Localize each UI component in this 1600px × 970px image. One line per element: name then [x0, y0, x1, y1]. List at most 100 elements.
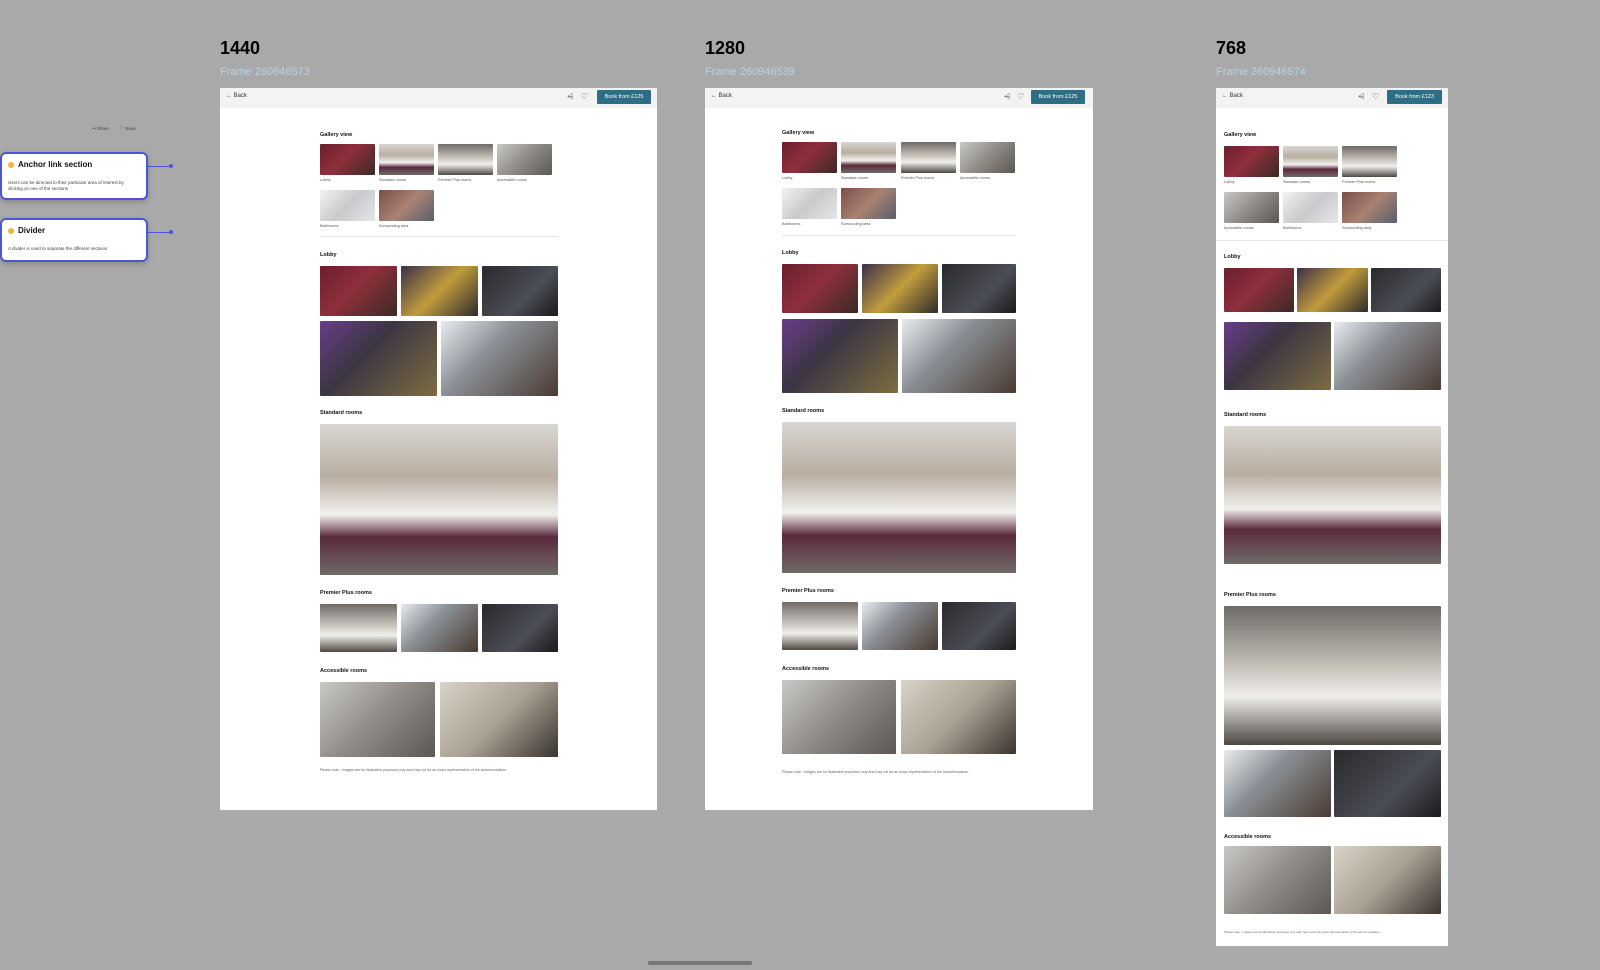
back-link[interactable]: ← Back — [226, 93, 247, 99]
section-title-gallery: Gallery view — [1224, 132, 1257, 138]
annotation-title: Divider — [18, 226, 46, 235]
standard-room-image[interactable] — [1224, 426, 1441, 564]
gallery-caption: Lobby — [1224, 180, 1235, 184]
share-icon[interactable]: ⩤ — [1004, 92, 1010, 102]
section-title-lobby: Lobby — [782, 250, 799, 256]
frame-name-1440: Frame 260946573 — [220, 66, 310, 78]
gallery-caption: Premier Plus rooms — [1342, 180, 1376, 184]
lobby-image[interactable] — [441, 321, 558, 396]
share-icon[interactable]: ⩤ — [567, 92, 573, 102]
accessible-room-image[interactable] — [1334, 846, 1441, 914]
gallery-thumb-lobby[interactable] — [782, 142, 837, 173]
gallery-thumb-standard[interactable] — [1283, 146, 1338, 177]
lobby-image[interactable] — [482, 266, 558, 316]
premier-room-image[interactable] — [482, 604, 558, 652]
gallery-thumb-standard[interactable] — [841, 142, 896, 173]
gallery-caption: Lobby — [782, 176, 793, 180]
annotation-dot-icon — [8, 228, 14, 234]
back-link[interactable]: ← Back — [711, 93, 732, 99]
gallery-thumb-surrounding[interactable] — [841, 188, 896, 219]
accessible-room-image[interactable] — [440, 682, 558, 757]
section-title-standard: Standard rooms — [1224, 412, 1267, 418]
premier-room-image[interactable] — [320, 604, 397, 652]
gallery-thumb-premier[interactable] — [901, 142, 956, 173]
gallery-thumb-accessible[interactable] — [960, 142, 1015, 173]
standard-room-image[interactable] — [320, 424, 558, 575]
gallery-thumb-surrounding[interactable] — [1342, 192, 1397, 223]
section-title-gallery: Gallery view — [782, 130, 815, 136]
lobby-image[interactable] — [320, 266, 397, 316]
lobby-image[interactable] — [1334, 322, 1441, 390]
premier-room-image[interactable] — [1334, 750, 1441, 817]
premier-room-image[interactable] — [782, 602, 858, 650]
gallery-thumb-accessible[interactable] — [497, 144, 552, 175]
frame-label-1280: 1280 — [705, 38, 746, 58]
frame-768: ← Back ⩤ ♡ Book from £123 Gallery view L… — [1216, 88, 1448, 946]
section-title-accessible: Accessible rooms — [1224, 834, 1272, 840]
lobby-image[interactable] — [902, 319, 1016, 393]
standard-room-image[interactable] — [782, 422, 1016, 573]
lobby-image[interactable] — [1224, 322, 1331, 390]
gallery-caption: Accessible rooms — [1224, 226, 1254, 230]
section-title-standard: Standard rooms — [320, 410, 363, 416]
annotation-connector — [146, 166, 170, 167]
gallery-thumb-premier[interactable] — [1342, 146, 1397, 177]
heart-icon[interactable]: ♡ — [1017, 92, 1024, 101]
annotation-connector — [146, 232, 170, 233]
frame-name-768: Frame 260946574 — [1216, 66, 1306, 78]
accessible-room-image[interactable] — [320, 682, 435, 757]
heart-icon[interactable]: ♡ — [1372, 92, 1379, 101]
frame-name-1280: Frame 260946539 — [705, 66, 795, 78]
divider — [782, 235, 1016, 236]
premier-room-image[interactable] — [1224, 750, 1331, 817]
book-button[interactable]: Book from £125 — [1031, 90, 1085, 104]
accessible-room-image[interactable] — [901, 680, 1016, 754]
gallery-caption: Premier Plus rooms — [438, 178, 472, 182]
gallery-thumb-surrounding[interactable] — [379, 190, 434, 221]
premier-room-image[interactable] — [862, 602, 938, 650]
lobby-image[interactable] — [782, 319, 898, 393]
premier-room-image[interactable] — [942, 602, 1016, 650]
gallery-thumb-lobby[interactable] — [1224, 146, 1279, 177]
horizontal-scrollbar[interactable] — [648, 961, 752, 965]
gallery-caption: Bathrooms — [320, 224, 339, 228]
share-icon[interactable]: ⩤ — [1358, 92, 1364, 102]
frame-label-768: 768 — [1216, 38, 1247, 58]
gallery-thumb-standard[interactable] — [379, 144, 434, 175]
lobby-image[interactable] — [782, 264, 858, 313]
lobby-image[interactable] — [320, 321, 437, 396]
section-title-accessible: Accessible rooms — [782, 666, 830, 672]
annotation-anchor-link: Anchor link section Users can be directe… — [0, 152, 148, 200]
gallery-thumb-bathrooms[interactable] — [1283, 192, 1338, 223]
premier-room-image[interactable] — [401, 604, 478, 652]
arrow-left-icon: ← — [1222, 93, 1228, 99]
lobby-image[interactable] — [1371, 268, 1441, 312]
lobby-image[interactable] — [1297, 268, 1368, 312]
book-button[interactable]: Book from £123 — [1387, 90, 1442, 104]
gallery-thumb-bathrooms[interactable] — [782, 188, 837, 219]
heart-icon[interactable]: ♡ — [581, 92, 588, 101]
lobby-image[interactable] — [942, 264, 1016, 313]
book-button[interactable]: Book from £125 — [597, 90, 651, 104]
accessible-room-image[interactable] — [1224, 846, 1331, 914]
section-title-premier: Premier Plus rooms — [782, 588, 834, 594]
lobby-image[interactable] — [401, 266, 478, 316]
gallery-thumb-premier[interactable] — [438, 144, 493, 175]
lobby-image[interactable] — [862, 264, 938, 313]
top-bar: ← Back ⩤ ♡ Book from £123 — [1216, 88, 1448, 108]
save-control[interactable]: ♡ Save — [120, 126, 136, 132]
gallery-caption: Bathrooms — [782, 222, 801, 226]
gallery-thumb-bathrooms[interactable] — [320, 190, 375, 221]
accessible-room-image[interactable] — [782, 680, 896, 754]
frame-1280: ← Back ⩤ ♡ Book from £125 Gallery view L… — [705, 88, 1093, 810]
top-bar: ← Back ⩤ ♡ Book from £125 — [220, 88, 657, 108]
back-link[interactable]: ← Back — [1222, 93, 1243, 99]
gallery-thumb-accessible[interactable] — [1224, 192, 1279, 223]
gallery-thumb-lobby[interactable] — [320, 144, 375, 175]
share-control[interactable]: ⩤ Share — [92, 126, 109, 131]
gallery-caption: Standard rooms — [841, 176, 869, 180]
gallery-caption: Lobby — [320, 178, 331, 182]
lobby-image[interactable] — [1224, 268, 1294, 312]
premier-room-image[interactable] — [1224, 606, 1441, 745]
divider — [1216, 240, 1448, 241]
